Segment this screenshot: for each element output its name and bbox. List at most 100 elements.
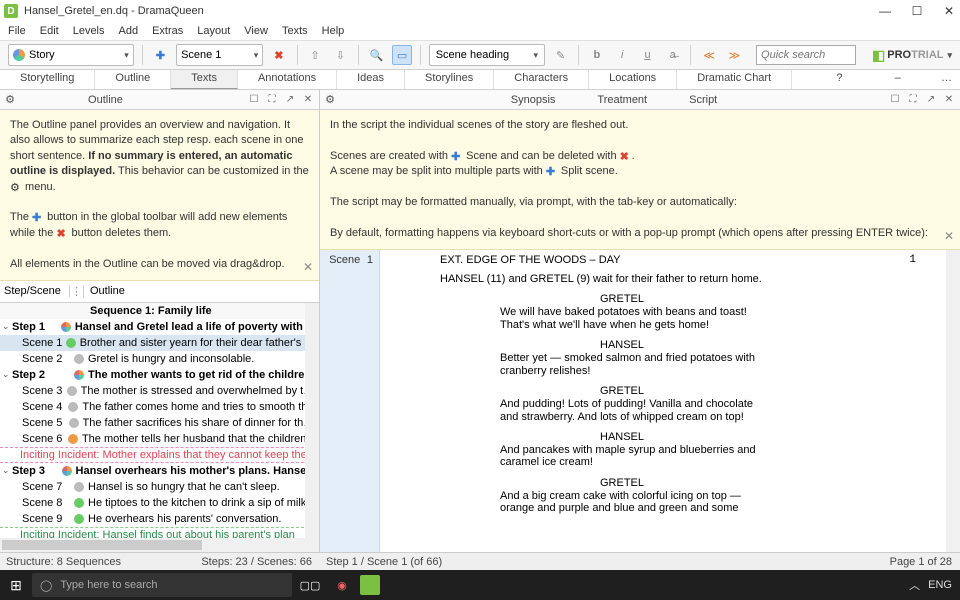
sequence-row[interactable]: Sequence 1: Family life: [0, 303, 319, 319]
tab-outline-panel[interactable]: Outline: [76, 92, 135, 108]
tab-treatment[interactable]: Treatment: [585, 92, 659, 108]
tab-texts[interactable]: Texts: [171, 70, 238, 89]
story-level-combo[interactable]: Story ▾: [8, 44, 134, 66]
highlight-button[interactable]: ▭: [392, 45, 411, 65]
col-outline[interactable]: Outline: [84, 285, 125, 297]
scene-row[interactable]: Scene 3The mother is stressed and overwh…: [0, 383, 319, 399]
tab-storytelling[interactable]: Storytelling: [0, 70, 95, 89]
scene-row[interactable]: Scene 7Hansel is so hungry that he can't…: [0, 479, 319, 495]
quick-search-input[interactable]: [756, 45, 856, 65]
tab-locations[interactable]: Locations: [589, 70, 677, 89]
scene-heading[interactable]: EXT. EDGE OF THE WOODS – DAY: [440, 254, 926, 267]
menu-extras[interactable]: Extras: [152, 25, 183, 37]
tab-collapse[interactable]: –: [887, 70, 909, 89]
tray-lang[interactable]: ENG: [928, 579, 952, 591]
taskbar-app-firefox[interactable]: ◉: [328, 573, 356, 597]
delete-button[interactable]: ✖: [269, 45, 288, 65]
character-cue[interactable]: HANSEL: [600, 339, 926, 352]
add-button[interactable]: ✚: [151, 45, 170, 65]
window-close[interactable]: ✕: [942, 4, 956, 18]
tab-outline[interactable]: Outline: [95, 70, 171, 89]
tab-ideas[interactable]: Ideas: [337, 70, 405, 89]
hint-close-button[interactable]: ✕: [944, 228, 954, 245]
scene-row[interactable]: Scene 2Gretel is hungry and inconsolable…: [0, 351, 319, 367]
pane-close-icon[interactable]: ✕: [301, 94, 315, 105]
nav-next-button[interactable]: ≫: [725, 45, 744, 65]
dialog-text[interactable]: Better yet — smoked salmon and fried pot…: [500, 352, 760, 377]
nav-prev-button[interactable]: ≪: [699, 45, 718, 65]
menu-texts[interactable]: Texts: [282, 25, 308, 37]
menu-add[interactable]: Add: [119, 25, 139, 37]
tray-chevron-icon[interactable]: ︿: [909, 577, 920, 593]
menu-layout[interactable]: Layout: [197, 25, 230, 37]
action-text[interactable]: HANSEL (11) and GRETEL (9) wait for thei…: [440, 273, 926, 286]
move-down-button[interactable]: ⇩: [331, 45, 350, 65]
menu-file[interactable]: File: [8, 25, 26, 37]
v-scrollbar[interactable]: [305, 303, 319, 552]
scene-row[interactable]: Scene 4The father comes home and tries t…: [0, 399, 319, 415]
hint-close-button[interactable]: ✕: [303, 259, 313, 276]
tab-synopsis[interactable]: Synopsis: [499, 92, 568, 108]
gear-icon[interactable]: ⚙: [320, 93, 340, 106]
pane-restore-icon[interactable]: ☐: [247, 94, 261, 105]
scene-combo[interactable]: Scene 1 ▾: [176, 44, 263, 66]
col-step-scene[interactable]: Step/Scene: [0, 285, 70, 297]
system-tray[interactable]: ︿ ENG: [909, 577, 960, 593]
italic-button[interactable]: i: [613, 45, 632, 65]
format-combo[interactable]: Scene heading ▾: [429, 44, 545, 66]
tab-annotations[interactable]: Annotations: [238, 70, 337, 89]
gear-icon[interactable]: ⚙: [0, 93, 20, 106]
script-editor[interactable]: 1 EXT. EDGE OF THE WOODS – DAY HANSEL (1…: [380, 250, 946, 552]
character-cue[interactable]: HANSEL: [600, 431, 926, 444]
v-scrollbar[interactable]: [946, 250, 960, 552]
move-up-button[interactable]: ⇧: [306, 45, 325, 65]
tab-more[interactable]: …: [933, 70, 960, 89]
window-maximize[interactable]: ☐: [910, 4, 924, 18]
inciting-row[interactable]: Inciting Incident: Mother explains that …: [0, 447, 319, 463]
step-row[interactable]: ⌄Step 2The mother wants to get rid of th…: [0, 367, 319, 383]
marker-icon: [61, 322, 71, 332]
taskbar-app-dramaqueen[interactable]: [360, 575, 380, 595]
tab-characters[interactable]: Characters: [494, 70, 589, 89]
pane-expand-icon[interactable]: ⛶: [265, 94, 279, 105]
menu-view[interactable]: View: [244, 25, 268, 37]
tab-storylines[interactable]: Storylines: [405, 70, 494, 89]
dialog-text[interactable]: And a big cream cake with colorful icing…: [500, 490, 760, 515]
menu-help[interactable]: Help: [322, 25, 345, 37]
bold-button[interactable]: b: [587, 45, 606, 65]
outline-tree[interactable]: Sequence 1: Family life ⌄Step 1Hansel an…: [0, 303, 319, 552]
scene-row[interactable]: Scene 8He tiptoes to the kitchen to drin…: [0, 495, 319, 511]
taskbar-search[interactable]: ◯ Type here to search: [32, 573, 292, 597]
pane-restore-icon[interactable]: ☐: [888, 94, 902, 105]
character-cue[interactable]: GRETEL: [600, 477, 926, 490]
step-row[interactable]: ⌄Step 1Hansel and Gretel lead a life of …: [0, 319, 319, 335]
pane-detach-icon[interactable]: ↗: [283, 94, 297, 105]
tab-help[interactable]: ?: [816, 70, 862, 89]
dialog-text[interactable]: And pancakes with maple syrup and bluebe…: [500, 444, 760, 469]
dialog-text[interactable]: We will have baked potatoes with beans a…: [500, 306, 760, 331]
pane-expand-icon[interactable]: ⛶: [906, 94, 920, 105]
task-view-button[interactable]: ▢▢: [296, 573, 324, 597]
underline-button[interactable]: u: [638, 45, 657, 65]
scene-row[interactable]: Scene 6The mother tells her husband that…: [0, 431, 319, 447]
start-button[interactable]: ⊞: [0, 577, 32, 594]
character-cue[interactable]: GRETEL: [600, 385, 926, 398]
dialog-text[interactable]: And pudding! Lots of pudding! Vanilla an…: [500, 398, 760, 423]
h-scrollbar[interactable]: [0, 538, 305, 552]
menu-edit[interactable]: Edit: [40, 25, 59, 37]
pane-close-icon[interactable]: ✕: [942, 94, 956, 105]
pane-detach-icon[interactable]: ↗: [924, 94, 938, 105]
window-minimize[interactable]: —: [878, 4, 892, 18]
scene-row[interactable]: Scene 5The father sacrifices his share o…: [0, 415, 319, 431]
tab-dramatic-chart[interactable]: Dramatic Chart: [677, 70, 792, 89]
menu-levels[interactable]: Levels: [73, 25, 105, 37]
scene-row[interactable]: Scene 9He overhears his parents' convers…: [0, 511, 319, 527]
character-cue[interactable]: GRETEL: [600, 293, 926, 306]
edit-icon[interactable]: ✎: [551, 45, 570, 65]
step-row[interactable]: ⌄Step 3Hansel overhears his mother's pla…: [0, 463, 319, 479]
strike-button[interactable]: a̶: [663, 45, 682, 65]
scene-row[interactable]: Scene 1Brother and sister yearn for thei…: [0, 335, 319, 351]
pro-trial-badge[interactable]: ◧ PRO TRIAL ▾: [872, 47, 952, 64]
zoom-button[interactable]: 🔍: [367, 45, 386, 65]
tab-script[interactable]: Script: [677, 92, 729, 108]
